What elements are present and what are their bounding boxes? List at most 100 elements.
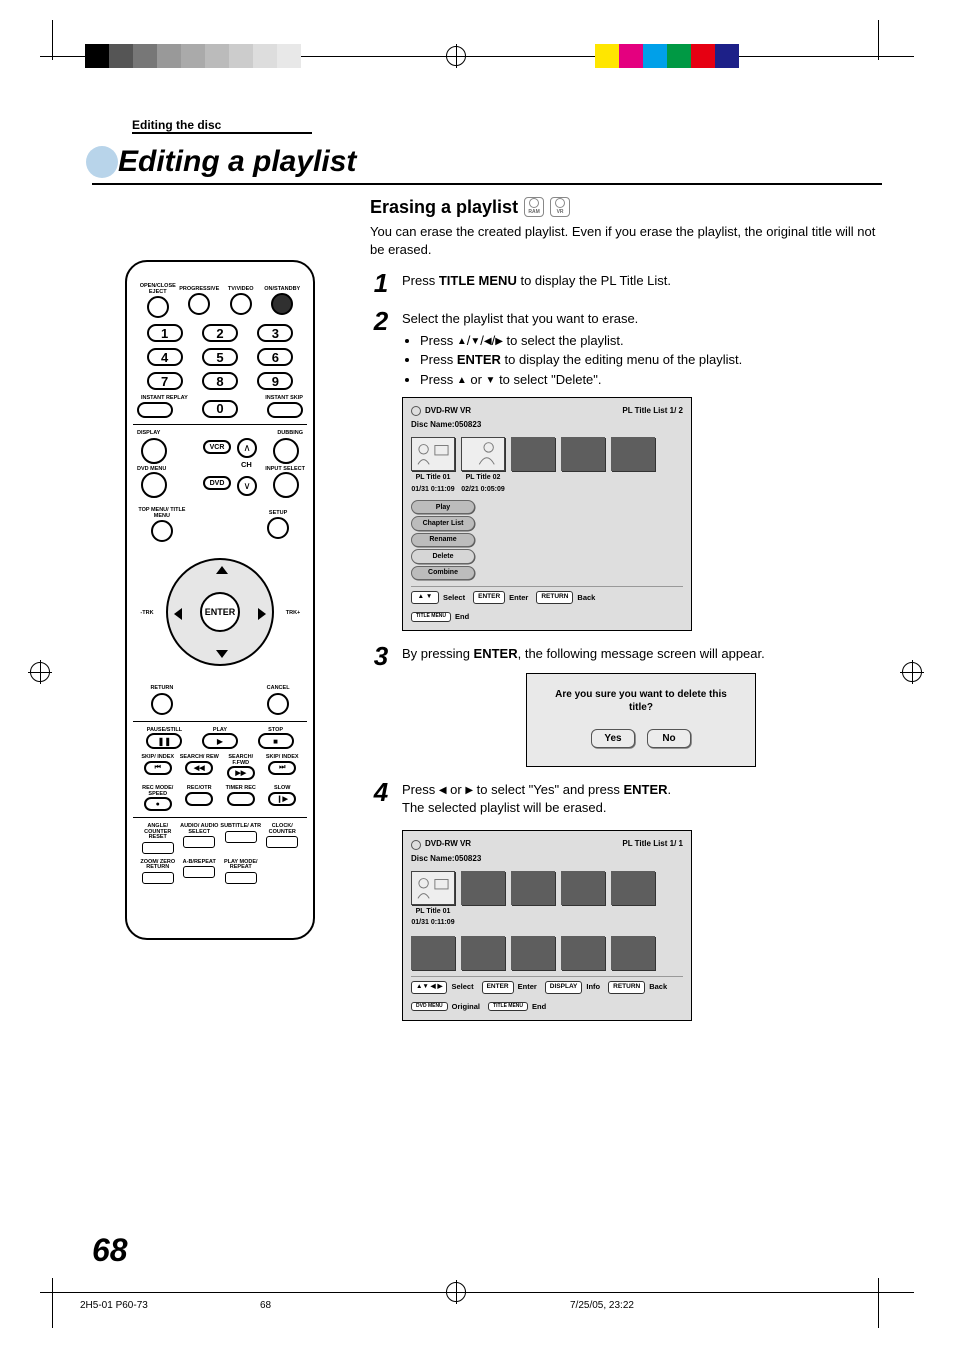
crop-mark [52, 20, 53, 60]
btn-label: TIMER REC [226, 786, 256, 792]
btn-label: INSTANT REPLAY [137, 396, 192, 402]
arrow-left-icon: ◀ [484, 335, 492, 349]
arrow-right-icon [258, 608, 266, 620]
section-heading: Erasing a playlist RAM VR [370, 195, 880, 219]
step-body: Select the playlist that you want to era… [402, 308, 880, 631]
return-button [151, 693, 173, 715]
btn-label: SEARCH/ F.FWD [220, 755, 262, 766]
btn-label: DVD MENU [137, 466, 166, 472]
empty-slot [611, 936, 655, 970]
display-button [141, 438, 167, 464]
playlist-thumbnail [411, 871, 455, 905]
legend-enter: ENTER [473, 591, 505, 604]
registration-mark-icon [444, 1280, 468, 1304]
progressive-button [188, 293, 210, 315]
dialog-message: Are you sure you want to delete this tit… [545, 688, 737, 715]
thumb-ts: 01/31 0:11:09 [411, 485, 455, 494]
step-1: 1 Press TITLE MENU to display the PL Tit… [370, 270, 880, 296]
instant-skip-button [267, 402, 303, 418]
btn-label: DUBBING [277, 431, 303, 437]
step-body: Press ◀ or ▶ to select "Yes" and press E… [402, 779, 880, 1020]
legend-enter: ENTER [482, 981, 514, 994]
instant-replay-button [137, 402, 173, 418]
crop-mark [878, 1278, 879, 1328]
list-info: PL Title List 1/ 2 [622, 406, 683, 417]
skip-prev-button: ⏮ [144, 761, 172, 775]
pl-title-list-panel: DVD-RW VR PL Title List 1/ 2 Disc Name:0… [402, 397, 692, 632]
legend-title-menu: TITLE MENU [411, 612, 451, 622]
thumb-ts: 01/31 0:11:09 [411, 918, 455, 927]
registration-mark-icon [444, 44, 468, 68]
stop-button: ■ [258, 733, 294, 749]
btn-label: SKIP/ INDEX [266, 755, 299, 761]
page-number: 68 [92, 1232, 128, 1269]
empty-slot [561, 437, 605, 471]
page-title: Editing a playlist [118, 145, 356, 179]
disc-vr-icon: VR [550, 197, 570, 217]
context-menu: Play Chapter List Rename Delete Combine [411, 500, 475, 580]
dialog-yes-button: Yes [591, 729, 635, 749]
menu-combine: Combine [411, 566, 475, 580]
timer-rec-button [227, 792, 255, 806]
legend-return: RETURN [536, 591, 573, 604]
legend-nav: ▲ ▼ [411, 591, 439, 604]
btn-label: ANGLE/ COUNTER RESET [137, 824, 179, 841]
title-bullet-icon [86, 146, 118, 178]
discname-label: Disc Name: [411, 854, 455, 863]
audio-button [183, 836, 215, 848]
input-select-button [273, 472, 299, 498]
btn-label: RETURN [150, 686, 173, 692]
arrow-left-icon [174, 608, 182, 620]
empty-slot [561, 871, 605, 905]
disc-format: DVD-RW VR [425, 406, 471, 417]
digit-2: 2 [202, 324, 238, 342]
arrow-up-icon: ▲ [457, 335, 467, 349]
step-4: 4 Press ◀ or ▶ to select "Yes" and press… [370, 779, 880, 1020]
digit-0: 0 [202, 400, 238, 418]
clock-button [266, 836, 298, 848]
list-info: PL Title List 1/ 1 [622, 839, 683, 850]
skip-next-button: ⏭ [268, 761, 296, 775]
crop-line [40, 1292, 914, 1293]
menu-delete: Delete [411, 549, 475, 563]
crop-mark [52, 1278, 53, 1328]
arrow-down-icon: ▼ [486, 374, 496, 388]
menu-rename: Rename [411, 533, 475, 547]
btn-label: SLOW [274, 786, 291, 792]
digit-9: 9 [257, 372, 293, 390]
empty-slot [611, 871, 655, 905]
step-number: 1 [370, 270, 392, 296]
step-2: 2 Select the playlist that you want to e… [370, 308, 880, 631]
playlist-thumbnail [461, 437, 505, 471]
thumb-title: PL Title 01 [411, 473, 455, 482]
standby-button [271, 293, 293, 315]
btn-label: PROGRESSIVE [179, 287, 219, 293]
btn-label: INPUT SELECT [265, 466, 305, 472]
btn-label: CANCEL [267, 686, 290, 692]
step-body: Press TITLE MENU to display the PL Title… [402, 270, 880, 296]
empty-slot [511, 936, 555, 970]
btn-label: SUBTITLE/ ATR [220, 824, 261, 830]
btn-label: AUDIO/ AUDIO SELECT [179, 824, 221, 835]
cmyk-swatches [595, 44, 739, 68]
btn-label: SKIP/ INDEX [141, 755, 174, 761]
play-button: ▶ [202, 733, 238, 749]
menu-play: Play [411, 500, 475, 514]
btn-label: REC MODE/ SPEED [137, 786, 179, 797]
step-number: 2 [370, 308, 392, 631]
digit-5: 5 [202, 348, 238, 366]
arrow-down-icon: ▼ [470, 335, 480, 349]
empty-slot [461, 936, 505, 970]
disc-ram-icon: RAM [524, 197, 544, 217]
open-close-button [147, 296, 169, 318]
digit-8: 8 [202, 372, 238, 390]
digit-7: 7 [147, 372, 183, 390]
thumb-title: PL Title 01 [411, 907, 455, 916]
subtitle-button [225, 831, 257, 843]
trk-minus-label: -TRK [137, 611, 157, 617]
btn-label: DISPLAY [137, 431, 160, 437]
btn-label: ON/STANDBY [264, 287, 300, 293]
btn-label: CLOCK/ COUNTER [262, 824, 304, 835]
disc-icon [411, 406, 421, 416]
btn-label: PLAY MODE/ REPEAT [220, 860, 262, 871]
